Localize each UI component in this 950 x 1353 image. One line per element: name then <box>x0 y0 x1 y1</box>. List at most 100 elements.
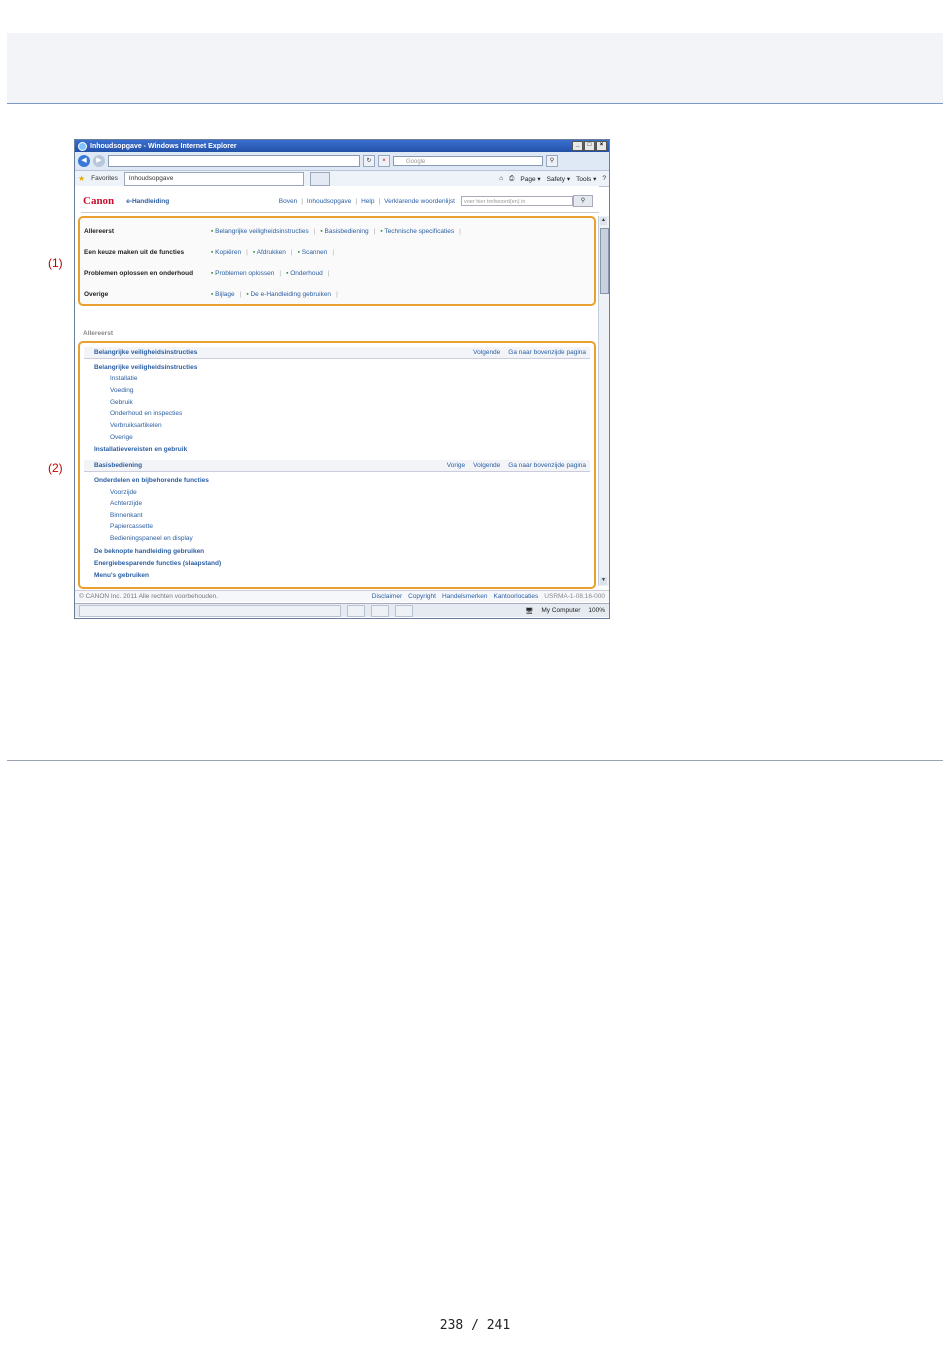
favorites-star-icon[interactable]: ★ <box>78 174 85 183</box>
favorites-bar: ★ Favorites Inhoudsopgave ⌂ ⎙ Page ▾ Saf… <box>75 171 609 187</box>
callout-1: (1) <box>48 256 63 270</box>
list-item[interactable]: De beknopte handleiding gebruiken <box>94 548 204 555</box>
list-item[interactable]: Belangrijke veiligheidsinstructies <box>94 364 197 371</box>
footer-link[interactable]: Copyright <box>408 593 436 600</box>
help-icon[interactable]: ? <box>602 175 606 183</box>
copyright-text: © CANON Inc. 2011 Alle rechten voorbehou… <box>79 593 219 600</box>
top-of-page-link[interactable]: Ga naar bovenzijde pagina <box>508 349 586 356</box>
list-item[interactable]: Bedieningspaneel en display <box>110 535 193 542</box>
minimize-button[interactable]: _ <box>572 141 583 151</box>
list-item[interactable]: Voeding <box>110 387 134 394</box>
scroll-thumb[interactable] <box>600 228 609 294</box>
menu-row: Een keuze maken uit de functies ▪ Kopiër… <box>84 249 335 256</box>
previous-link[interactable]: Vorige <box>447 462 465 469</box>
nav-help[interactable]: Help <box>361 198 374 205</box>
menu-link[interactable]: ▪ De e-Handleiding gebruiken <box>246 291 331 298</box>
zone-text: My Computer <box>541 606 581 614</box>
next-link[interactable]: Volgende <box>473 462 500 469</box>
menu-row: Overige ▪ Bijlage | ▪ De e-Handleiding ge… <box>84 291 338 298</box>
chapter-title[interactable]: Belangrijke veiligheidsinstructies <box>94 349 197 356</box>
window-title: Inhoudsopgave - Windows Internet Explore… <box>90 142 237 150</box>
menu-link[interactable]: ▪ Technische specificaties <box>380 228 454 235</box>
print-icon[interactable]: ⎙ <box>509 175 514 183</box>
favorites-label[interactable]: Favorites <box>91 175 118 182</box>
manual-subtitle: e-Handleiding <box>126 197 170 205</box>
list-item[interactable]: Onderdelen en bijbehorende functies <box>94 477 209 484</box>
chapter-title[interactable]: Basisbediening <box>94 462 142 469</box>
page-divider <box>7 760 943 761</box>
status-cell <box>79 604 341 617</box>
top-of-page-link[interactable]: Ga naar bovenzijde pagina <box>508 462 586 469</box>
contents-box: Belangrijke veiligheidsinstructies Volge… <box>78 341 596 589</box>
list-item[interactable]: Gebruik <box>110 399 133 406</box>
browser-window: Inhoudsopgave - Windows Internet Explore… <box>74 139 610 619</box>
list-item[interactable]: Verbruiksartikelen <box>110 422 162 429</box>
chapter-bar: Basisbediening Vorige Volgende Ga naar b… <box>84 460 590 472</box>
page-header <box>7 33 943 104</box>
tools-menu[interactable]: Tools ▾ <box>576 175 596 183</box>
status-cell <box>371 604 389 617</box>
nav-top[interactable]: Boven <box>279 198 297 205</box>
new-tab-button[interactable] <box>309 171 330 186</box>
safety-menu[interactable]: Safety ▾ <box>547 175 571 183</box>
list-item[interactable]: Papiercassette <box>110 523 153 530</box>
back-icon[interactable]: ◀ <box>78 155 90 167</box>
ie-icon <box>78 141 87 151</box>
browser-tab[interactable]: Inhoudsopgave <box>123 171 304 186</box>
scroll-up-icon[interactable]: ▲ <box>600 217 607 225</box>
menu-link[interactable]: ▪ Basisbediening <box>320 228 368 235</box>
list-item[interactable]: Overige <box>110 434 133 441</box>
chapter-bar: Belangrijke veiligheidsinstructies Volge… <box>84 347 590 359</box>
nav-contents[interactable]: Inhoudsopgave <box>307 198 351 205</box>
zoom-level[interactable]: 100% <box>588 607 605 615</box>
list-item[interactable]: Energiebesparende functies (slaapstand) <box>94 560 221 567</box>
url-input[interactable] <box>108 155 360 167</box>
menu-link[interactable]: ▪ Belangrijke veiligheidsinstructies <box>211 228 309 235</box>
computer-icon: 🖥 <box>525 607 534 615</box>
tab-label: Inhoudsopgave <box>128 175 174 182</box>
menu-row: Problemen oplossen en onderhoud ▪ Proble… <box>84 270 330 277</box>
menu-link[interactable]: ▪ Onderhoud <box>286 270 323 277</box>
list-item[interactable]: Installatie <box>110 375 137 382</box>
menu-link[interactable]: ▪ Kopiëren <box>211 249 241 256</box>
page-content: Canon e-Handleiding Boven | Inhoudsopgave… <box>75 186 599 590</box>
menu-row-label: Problemen oplossen en onderhoud <box>84 270 194 277</box>
menu-row: Allereerst ▪ Belangrijke veiligheidsinst… <box>84 228 461 235</box>
list-item[interactable]: Voorzijde <box>110 489 137 496</box>
footer-link[interactable]: Handelsmerken <box>442 593 488 600</box>
refresh-icon[interactable]: ↻ <box>363 155 375 167</box>
footer-link[interactable]: Kantoorlocaties <box>493 593 538 600</box>
manual-search-input[interactable]: voer hier trefwoord(en) in <box>461 196 573 206</box>
status-cell <box>347 604 365 617</box>
home-icon[interactable]: ⌂ <box>499 175 503 183</box>
scroll-down-icon[interactable]: ▼ <box>600 577 607 585</box>
forward-icon[interactable]: ▶ <box>93 155 105 167</box>
manual-code: USRMA-1-08.16-000 <box>544 593 605 600</box>
status-cell <box>395 604 413 617</box>
manual-search-icon[interactable]: ⚲ <box>573 195 593 207</box>
menu-link[interactable]: ▪ Afdrukken <box>253 249 286 256</box>
next-link[interactable]: Volgende <box>473 349 500 356</box>
list-item[interactable]: Binnenkant <box>110 512 143 519</box>
menu-link[interactable]: ▪ Scannen <box>298 249 328 256</box>
list-item[interactable]: Installatievereisten en gebruik <box>94 446 187 453</box>
browser-search-input[interactable]: Google <box>393 156 543 166</box>
close-button[interactable]: × <box>596 141 607 151</box>
list-item[interactable]: Achterzijde <box>110 500 142 507</box>
maximize-button[interactable]: □ <box>584 141 595 151</box>
vertical-scrollbar[interactable]: ▲ ▼ <box>598 216 609 586</box>
address-bar: ◀ ▶ ↻ × Google ⚲ <box>75 152 609 171</box>
menu-link[interactable]: ▪ Problemen oplossen <box>211 270 274 277</box>
manual-header: Canon e-Handleiding Boven | Inhoudsopgave… <box>81 190 599 213</box>
nav-glossary[interactable]: Verklarende woordenlijst <box>384 198 455 205</box>
status-bar: 🖥 My Computer 100% <box>75 603 609 617</box>
menu-row-label: Een keuze maken uit de functies <box>84 249 185 256</box>
footer-link[interactable]: Disclaimer <box>372 593 402 600</box>
callout-2: (2) <box>48 461 63 475</box>
page-menu[interactable]: Page ▾ <box>520 175 540 183</box>
menu-link[interactable]: ▪ Bijlage <box>211 291 235 298</box>
list-item[interactable]: Menu's gebruiken <box>94 572 149 579</box>
search-icon[interactable]: ⚲ <box>546 155 558 167</box>
list-item[interactable]: Onderhoud en inspecties <box>110 410 182 417</box>
stop-icon[interactable]: × <box>378 155 390 167</box>
